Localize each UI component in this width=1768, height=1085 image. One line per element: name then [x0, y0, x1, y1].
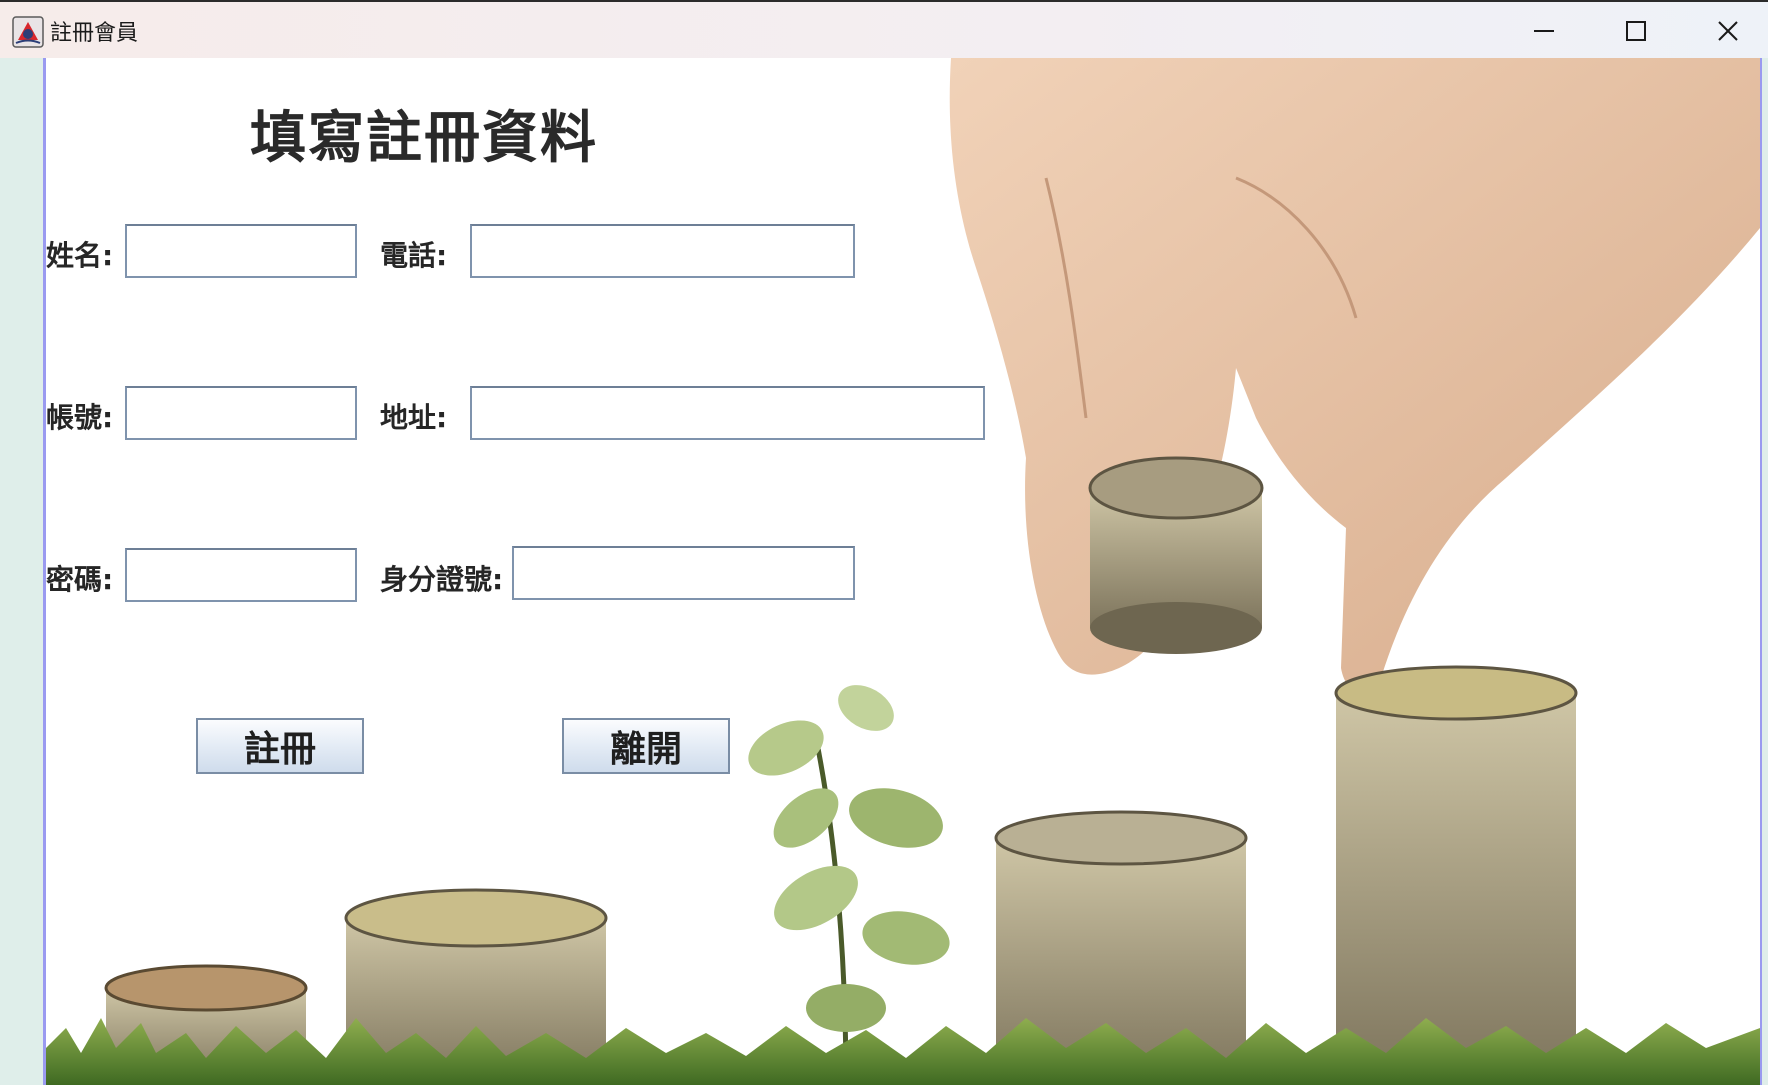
window-title: 註冊會員 — [50, 21, 139, 46]
account-label: 帳號: — [46, 401, 114, 434]
java-app-icon — [12, 16, 44, 48]
maximize-button[interactable] — [1590, 2, 1682, 60]
minimize-icon — [1534, 30, 1554, 32]
id-number-label: 身分證號: — [380, 563, 504, 596]
phone-label: 電話: — [380, 239, 448, 272]
address-input[interactable] — [470, 386, 985, 440]
phone-input[interactable] — [470, 224, 855, 278]
title-bar: 註冊會員 — [0, 0, 1768, 58]
register-button[interactable]: 註冊 — [196, 718, 364, 774]
form-heading: 填寫註冊資料 — [250, 106, 598, 171]
minimize-button[interactable] — [1498, 2, 1590, 60]
address-label: 地址: — [380, 401, 448, 434]
name-label: 姓名: — [46, 239, 114, 272]
close-button[interactable] — [1682, 2, 1768, 60]
name-input[interactable] — [125, 224, 357, 278]
client-area: 填寫註冊資料 姓名: 電話: 帳號: 地址: 密碼: 身分證號: 註冊 離開 — [0, 58, 1768, 1085]
right-frame-strip — [1760, 58, 1768, 1085]
password-input[interactable] — [125, 548, 357, 602]
exit-button[interactable]: 離開 — [562, 718, 730, 774]
maximize-icon — [1626, 21, 1646, 41]
password-label: 密碼: — [46, 563, 114, 596]
id-number-input[interactable] — [512, 546, 855, 600]
account-input[interactable] — [125, 386, 357, 440]
left-frame-strip — [0, 58, 46, 1085]
close-icon — [1718, 21, 1738, 41]
